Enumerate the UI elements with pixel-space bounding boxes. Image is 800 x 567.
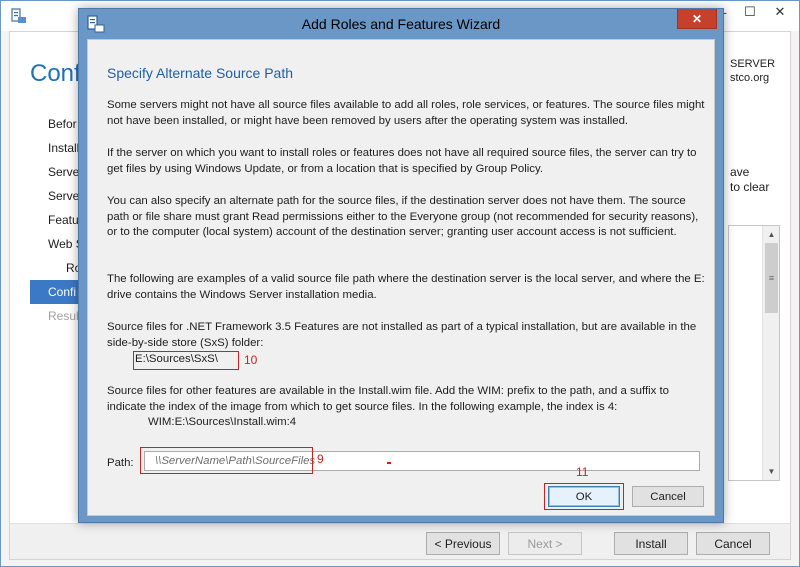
permissions-paragraph: You can also specify an alternate path f… xyxy=(107,195,699,239)
netfx-paragraph: Source files for .NET Framework 3.5 Feat… xyxy=(107,321,697,349)
dialog-content: Specify Alternate Source Path Some serve… xyxy=(87,39,715,516)
install-button[interactable]: Install xyxy=(614,532,688,555)
alternate-source-path-dialog: Add Roles and Features Wizard ✕ Specify … xyxy=(78,8,724,523)
background-cancel-button[interactable]: Cancel xyxy=(696,532,770,555)
selection-list[interactable]: ▲ ≡ ▼ xyxy=(728,225,780,481)
annotation-mark xyxy=(387,462,391,464)
wizard-footer: < Previous Next > Install Cancel xyxy=(10,523,790,559)
annotation-number: 11 xyxy=(576,465,589,479)
dialog-titlebar[interactable]: Add Roles and Features Wizard ✕ xyxy=(79,9,723,39)
server-info-line: SERVER xyxy=(730,58,776,70)
scroll-up-arrow-icon[interactable]: ▲ xyxy=(763,226,780,243)
path-label: Path: xyxy=(107,457,134,469)
ok-button[interactable]: OK xyxy=(548,486,620,507)
previous-button[interactable]: < Previous xyxy=(426,532,500,555)
scroll-thumb[interactable]: ≡ xyxy=(765,243,778,313)
wizard-app-icon xyxy=(11,8,26,23)
dialog-heading: Specify Alternate Source Path xyxy=(107,65,293,81)
maximize-button[interactable]: ☐ xyxy=(735,1,765,23)
annotation-number: 9 xyxy=(317,452,324,466)
windows-update-paragraph: If the server on which you want to insta… xyxy=(107,147,697,175)
annotation-number: 10 xyxy=(244,353,258,367)
dialog-close-icon[interactable]: ✕ xyxy=(677,9,717,29)
description-line: ave xyxy=(730,165,750,179)
sxs-example-path: E:\Sources\SxS\ xyxy=(135,353,218,365)
intro-paragraph: Some servers might not have all source f… xyxy=(107,99,705,127)
wim-example-path: WIM:E:\Sources\Install.wim:4 xyxy=(148,416,297,428)
next-button: Next > xyxy=(508,532,582,555)
confirmation-description: ave to clear xyxy=(730,165,769,195)
description-line: to clear xyxy=(730,180,770,194)
vertical-scrollbar[interactable]: ▲ ≡ ▼ xyxy=(762,226,779,480)
cancel-button[interactable]: Cancel xyxy=(632,486,704,507)
source-path-input[interactable] xyxy=(144,451,700,471)
close-button[interactable]: ✕ xyxy=(765,1,795,23)
scroll-down-arrow-icon[interactable]: ▼ xyxy=(763,463,780,480)
examples-paragraph: The following are examples of a valid so… xyxy=(107,273,705,301)
destination-server-info: SERVER stco.org xyxy=(730,57,775,85)
dialog-title: Add Roles and Features Wizard xyxy=(301,16,501,32)
wim-paragraph: Source files for other features are avai… xyxy=(107,385,670,413)
server-info-line: stco.org xyxy=(730,72,770,84)
